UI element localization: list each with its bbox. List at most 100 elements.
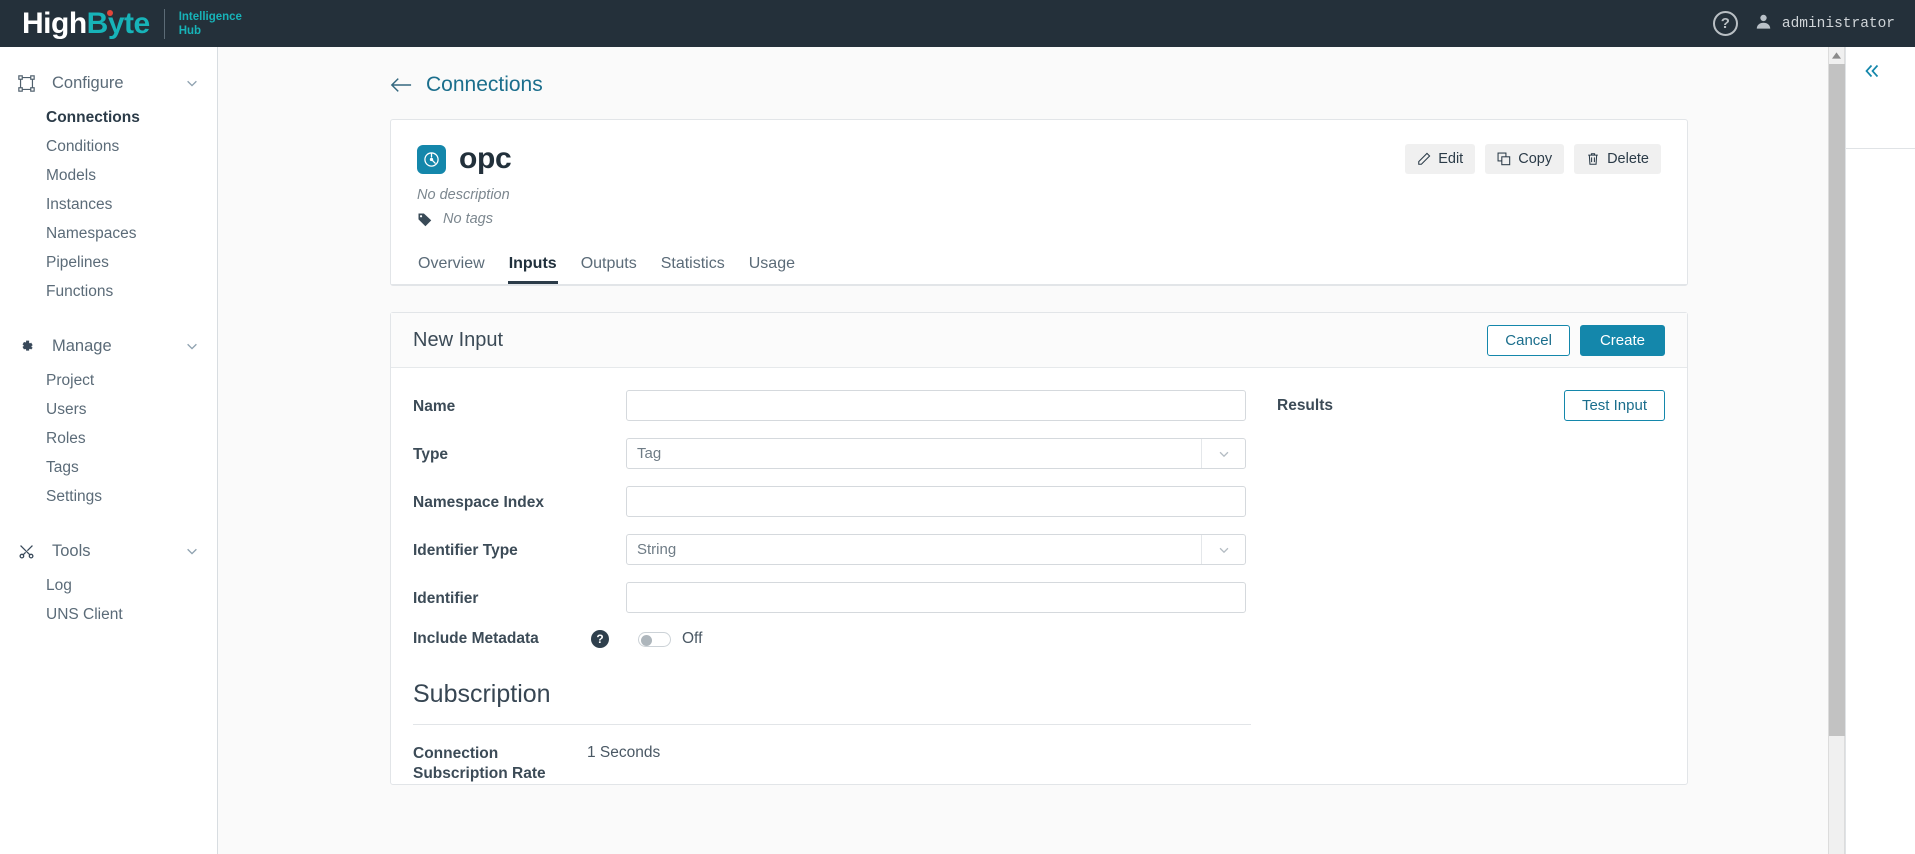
subscription-rate-label-line2: Subscription Rate — [413, 765, 546, 782]
field-identifier-type-control: String — [626, 534, 1246, 565]
sidebar-item-users[interactable]: Users — [0, 395, 217, 424]
new-input-body: Name Type Tag Namespace Index Identifier… — [391, 368, 1687, 784]
field-identifier-control — [626, 582, 1246, 613]
delete-button-label: Delete — [1607, 151, 1649, 167]
results-label: Results — [1277, 396, 1333, 414]
top-bar: HighByte Intelligence Hub ? administrato… — [0, 0, 1915, 47]
tab-inputs[interactable]: Inputs — [508, 249, 558, 284]
identifier-type-select-value: String — [637, 541, 677, 558]
product-name: Intelligence Hub — [179, 10, 242, 38]
scroll-up-arrow-icon[interactable] — [1829, 47, 1844, 64]
breadcrumb-label: Connections — [426, 73, 543, 96]
sidebar-group-label: Manage — [52, 336, 112, 355]
brand-logo-text: HighByte — [22, 6, 151, 40]
type-select-value: Tag — [637, 445, 662, 462]
sidebar-group-tools[interactable]: Tools — [0, 531, 217, 571]
test-input-button[interactable]: Test Input — [1563, 390, 1665, 421]
copy-button[interactable]: Copy — [1485, 144, 1565, 174]
field-namespace-index-control — [626, 486, 1246, 517]
field-identifier-label: Identifier — [413, 590, 479, 607]
sidebar: Configure Connections Conditions Models … — [0, 47, 218, 854]
tools-icon — [14, 543, 38, 560]
field-identifier: Identifier — [413, 582, 1251, 613]
sidebar-item-connections[interactable]: Connections — [0, 103, 217, 132]
results-header: Results Test Input — [1277, 390, 1665, 421]
brand-logo-byte: Byte — [86, 6, 151, 40]
sidebar-item-tags[interactable]: Tags — [0, 453, 217, 482]
connection-tags-label: No tags — [443, 211, 493, 227]
chevron-double-left-icon[interactable] — [1862, 61, 1882, 81]
sidebar-item-project[interactable]: Project — [0, 366, 217, 395]
copy-button-label: Copy — [1518, 151, 1553, 167]
user-menu[interactable]: administrator — [1754, 12, 1895, 36]
sidebar-item-models[interactable]: Models — [0, 161, 217, 190]
connection-actions: Edit Copy Delete — [1405, 144, 1661, 174]
field-namespace-index-label: Namespace Index — [413, 494, 544, 511]
tab-statistics[interactable]: Statistics — [660, 249, 726, 284]
identifier-type-select[interactable]: String — [626, 534, 1246, 565]
field-identifier-type-label: Identifier Type — [413, 542, 518, 559]
tab-outputs[interactable]: Outputs — [580, 249, 638, 284]
sidebar-item-functions[interactable]: Functions — [0, 277, 217, 306]
include-metadata-toggle-wrap: Off — [638, 630, 702, 648]
subscription-rate-value: 1 Seconds — [587, 744, 661, 761]
identifier-input[interactable] — [626, 582, 1246, 613]
sidebar-group-manage[interactable]: Manage — [0, 326, 217, 366]
type-select[interactable]: Tag — [626, 438, 1246, 469]
help-icon[interactable]: ? — [591, 630, 609, 648]
field-namespace-index: Namespace Index — [413, 486, 1251, 517]
sidebar-item-settings[interactable]: Settings — [0, 482, 217, 511]
new-input-form: Name Type Tag Namespace Index Identifier… — [391, 390, 1251, 784]
subscription-rate-label-line1: Connection — [413, 745, 499, 762]
name-input[interactable] — [626, 390, 1246, 421]
page-title: opc — [459, 142, 512, 175]
user-name: administrator — [1781, 15, 1895, 32]
scrollbar-thumb[interactable] — [1829, 64, 1846, 736]
sidebar-group-label: Configure — [52, 73, 124, 92]
sidebar-item-roles[interactable]: Roles — [0, 424, 217, 453]
cancel-button[interactable]: Cancel — [1487, 324, 1570, 356]
brand-divider — [163, 8, 165, 39]
connection-description: No description — [417, 187, 510, 203]
chevron-down-icon — [185, 544, 199, 558]
product-name-line1: Intelligence — [178, 10, 242, 23]
delete-button[interactable]: Delete — [1574, 144, 1661, 174]
sidebar-item-pipelines[interactable]: Pipelines — [0, 248, 217, 277]
arrow-left-icon — [390, 76, 412, 94]
help-icon[interactable]: ? — [1712, 11, 1738, 36]
connection-tags: No tags — [417, 211, 1661, 227]
edit-button[interactable]: Edit — [1405, 144, 1476, 174]
include-metadata-toggle[interactable] — [638, 631, 671, 647]
top-bar-right: ? administrator — [1712, 11, 1915, 36]
sidebar-item-log[interactable]: Log — [0, 571, 217, 600]
trash-icon — [1586, 152, 1600, 166]
namespace-index-input[interactable] — [626, 486, 1246, 517]
tab-overview[interactable]: Overview — [417, 249, 486, 284]
connection-tabs: Overview Inputs Outputs Statistics Usage — [391, 241, 1687, 285]
sidebar-group-configure[interactable]: Configure — [0, 63, 217, 103]
sidebar-item-namespaces[interactable]: Namespaces — [0, 219, 217, 248]
sidebar-item-instances[interactable]: Instances — [0, 190, 217, 219]
right-rail-divider — [1846, 148, 1915, 149]
new-input-card: New Input Cancel Create Name Type Tag Na… — [390, 312, 1688, 785]
tab-usage[interactable]: Usage — [748, 249, 796, 284]
sidebar-item-conditions[interactable]: Conditions — [0, 132, 217, 161]
subscription-divider — [413, 724, 1251, 725]
field-type-label: Type — [413, 446, 449, 463]
new-input-title: New Input — [413, 328, 504, 351]
field-type-control: Tag — [626, 438, 1246, 469]
vertical-scrollbar[interactable] — [1828, 47, 1846, 854]
breadcrumb[interactable]: Connections — [218, 47, 1843, 97]
sidebar-item-uns-client[interactable]: UNS Client — [0, 600, 217, 629]
subscription-title: Subscription — [413, 680, 551, 708]
subscription-section: Subscription Connection Subscription Rat… — [413, 680, 1251, 784]
sidebar-group-label: Tools — [52, 541, 91, 560]
field-include-metadata: Include Metadata ? Off — [413, 630, 1251, 648]
field-name-label: Name — [413, 398, 456, 415]
user-avatar-icon — [1754, 12, 1773, 36]
chevron-down-icon — [1201, 439, 1245, 468]
create-button[interactable]: Create — [1579, 324, 1665, 356]
brand-logo[interactable]: HighByte Intelligence Hub — [0, 6, 242, 40]
brand-logo-high: High — [22, 6, 87, 40]
